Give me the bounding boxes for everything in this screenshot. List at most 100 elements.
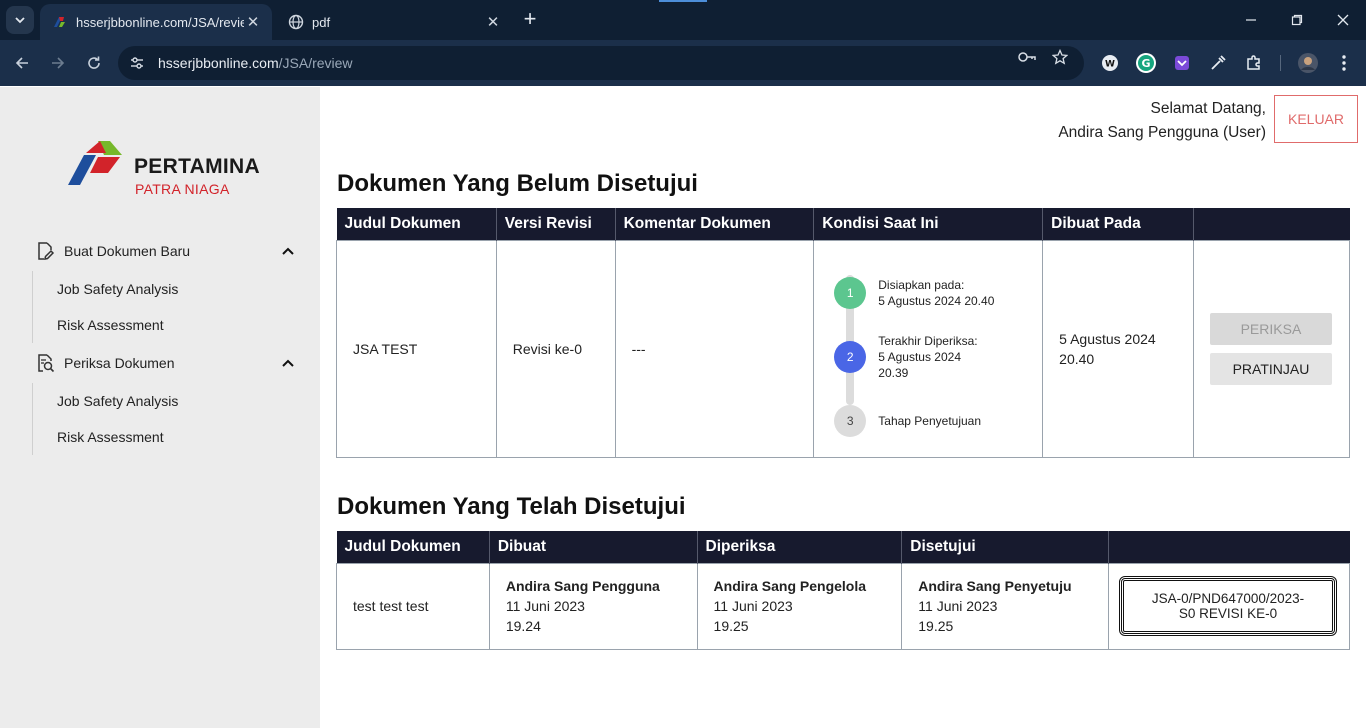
bookmark-star-icon[interactable] [1050,47,1070,67]
tab-strip-accent [659,0,707,2]
checked-date: 11 Juni 2023 [713,598,793,614]
approved-by-cell: Andira Sang Penyetuju 11 Juni 2023 19.25 [901,562,1109,650]
back-arrow-icon[interactable] [7,48,37,78]
sidebar-item-review-risk[interactable]: Risk Assessment [33,419,272,455]
menu-create-document[interactable]: Buat Dokumen Baru [34,237,296,265]
sidebar-item-create-risk[interactable]: Risk Assessment [33,307,272,343]
toolbar-separator [1280,55,1281,71]
address-bar[interactable]: hsserjbbonline.com/JSA/review [118,46,1084,80]
grammarly-extension-icon[interactable]: G [1134,51,1158,75]
table-row: test test test Andira Sang Pengguna 11 J… [336,562,1351,650]
table-header-row: Judul Dokumen Dibuat Diperiksa Disetujui [336,531,1350,563]
svg-text:W: W [1105,60,1115,70]
made-time: 19.24 [505,618,541,634]
minimize-icon[interactable] [1228,0,1274,40]
preview-button[interactable]: PRATINJAU [1209,352,1332,385]
pending-documents-table: Judul Dokumen Versi Revisi Komentar Doku… [336,208,1351,458]
submenu-review: Job Safety Analysis Risk Assessment [32,383,272,455]
pertamina-logo: PERTAMINA PATRA NIAGA [64,139,264,199]
tab-title: pdf [312,14,331,30]
tab-pdf[interactable]: pdf ✕ [276,4,512,40]
reload-icon[interactable] [79,48,109,78]
step-label: Terakhir Diperiksa: [878,333,978,348]
column-header: Kondisi Saat Ini [813,208,1044,240]
menu-review-document[interactable]: Periksa Dokumen [34,349,296,377]
approved-by-name: Andira Sang Penyetuju [918,578,1072,594]
step-label: Tahap Penyetujuan [878,413,982,428]
created-at: 5 Agustus 2024 20.40 [1042,239,1194,458]
checked-by-name: Andira Sang Pengelola [713,578,867,594]
document-title: test test test [336,562,490,650]
step-3-badge: 3 [834,404,867,437]
profile-avatar-icon[interactable] [1296,51,1320,75]
document-revision: Revisi ke-0 [495,239,616,458]
greeting-text: Selamat Datang, [1150,100,1266,117]
new-tab-button[interactable]: + [518,8,542,32]
brand-name: PERTAMINA [134,155,260,178]
url-path: /JSA/review [278,55,353,71]
forward-arrow-icon[interactable] [43,48,73,78]
document-edit-icon [34,240,56,262]
document-link-cell: JSA-0/PND647000/2023- S0 REVISI KE-0 [1107,562,1351,650]
column-header [1193,208,1350,240]
pertamina-favicon-icon [52,14,68,30]
close-window-icon[interactable] [1320,0,1366,40]
made-by-cell: Andira Sang Pengguna 11 Juni 2023 19.24 [488,562,698,650]
menu-label: Buat Dokumen Baru [64,243,191,259]
step-detail: 5 Agustus 2024 20.40 [878,293,995,308]
document-number-line1: JSA-0/PND647000/2023- [1151,591,1305,606]
step-3-text: Tahap Penyetujuan [878,413,981,429]
created-date: 5 Agustus 2024 [1059,330,1156,347]
close-tab-icon[interactable]: ✕ [244,13,262,31]
wordtune-extension-icon[interactable]: W [1098,51,1122,75]
globe-icon [288,14,304,30]
sidebar: PERTAMINA PATRA NIAGA Buat Dokumen Baru … [0,87,320,728]
sidebar-item-create-jsa[interactable]: Job Safety Analysis [33,271,272,307]
browser-tab-bar: hsserjbbonline.com/JSA/review ✕ pdf ✕ + [0,0,1366,40]
url-text: hsserjbbonline.com/JSA/review [158,55,353,71]
column-header: Diperiksa [697,531,903,563]
browser-toolbar: hsserjbbonline.com/JSA/review W G [0,40,1366,86]
site-settings-icon[interactable] [128,54,146,72]
made-by-name: Andira Sang Pengguna [505,578,660,594]
column-header: Versi Revisi [496,208,616,240]
chevron-up-icon[interactable] [280,243,296,259]
menu-label: Periksa Dokumen [64,355,175,371]
approval-stepper: 1 Disiapkan pada: 5 Agustus 2024 20.40 2… [814,249,1014,449]
document-number-line2: S0 REVISI KE-0 [1178,606,1278,621]
sidebar-item-review-jsa[interactable]: Job Safety Analysis [33,383,272,419]
column-header: Judul Dokumen [336,531,490,563]
column-header: Judul Dokumen [336,208,497,240]
document-comment: --- [614,239,815,458]
chevron-down-icon [15,17,25,24]
step-1-text: Disiapkan pada: 5 Agustus 2024 20.40 [878,277,994,309]
step-label: Disiapkan pada: [878,277,965,292]
svg-text:G: G [1141,57,1150,70]
approved-date: 11 Juni 2023 [918,598,998,614]
logout-button[interactable]: KELUAR [1274,95,1358,143]
password-key-icon[interactable] [1017,47,1037,67]
restore-icon[interactable] [1274,0,1320,40]
tab-search-button[interactable] [6,6,34,34]
extensions-puzzle-icon[interactable] [1242,51,1266,75]
eyedropper-icon[interactable] [1206,51,1230,75]
purple-extension-icon[interactable] [1170,51,1194,75]
table-row: JSA TEST Revisi ke-0 --- 1 Disiapkan pad… [336,239,1351,458]
check-button[interactable]: PERIKSA [1209,312,1332,345]
column-header [1108,531,1350,563]
brand-sub: PATRA NIAGA [135,181,230,197]
close-tab-icon[interactable]: ✕ [484,13,502,31]
approved-time: 19.25 [918,618,954,634]
column-header: Disetujui [901,531,1109,563]
user-name: Andira Sang Pengguna (User) [1058,124,1266,141]
step-detail-time: 20.39 [878,365,909,380]
document-title: JSA TEST [336,239,497,458]
document-number-button[interactable]: JSA-0/PND647000/2023- S0 REVISI KE-0 [1118,576,1337,636]
tab-review[interactable]: hsserjbbonline.com/JSA/review ✕ [40,4,272,40]
step-1-badge: 1 [834,276,867,309]
more-menu-icon[interactable] [1332,51,1356,75]
chevron-up-icon[interactable] [280,355,296,371]
step-2-text: Terakhir Diperiksa: 5 Agustus 2024 20.39 [878,333,977,381]
column-header: Dibuat Pada [1042,208,1194,240]
made-date: 11 Juni 2023 [505,598,585,614]
